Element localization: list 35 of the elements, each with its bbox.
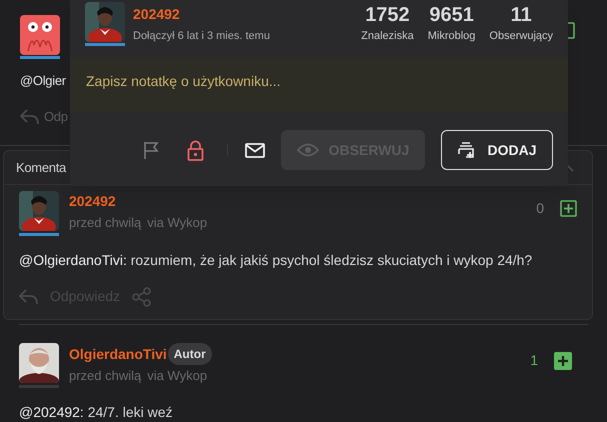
- eye-icon: [296, 143, 319, 157]
- share-icon[interactable]: [132, 286, 152, 306]
- comment-text: @202492: 24/7. leki weź: [19, 403, 174, 422]
- add-list-icon: [457, 141, 476, 159]
- post-source: via Wykop: [147, 367, 208, 385]
- author-badge: Autor: [168, 343, 212, 365]
- stat-value: 9651: [429, 3, 474, 28]
- comments-header: Komenta: [16, 158, 66, 177]
- post-source: via Wykop: [147, 214, 208, 232]
- stat-label: Mikroblog: [428, 29, 476, 44]
- upvote-button[interactable]: [554, 352, 572, 370]
- vote-count: 0: [536, 199, 544, 218]
- lock-icon[interactable]: [187, 140, 204, 160]
- join-date: Dołączył 6 lat i 3 mies. temu: [133, 29, 271, 44]
- reply-icon[interactable]: [19, 288, 38, 304]
- stat-value: 1752: [365, 3, 410, 28]
- reply-link[interactable]: Odp: [44, 107, 68, 126]
- upvote-button[interactable]: [560, 200, 577, 217]
- post-time: przed chwilą: [69, 214, 142, 232]
- post-time: przed chwilą: [69, 367, 142, 385]
- comment-text: @OlgierdanoTivi: rozumiem, że jak jakiś psychol śledzisz skuciatych i wykop 24/h?: [19, 251, 534, 270]
- username[interactable]: 202492: [133, 4, 362, 25]
- stat-label: Obserwujący: [489, 29, 553, 44]
- reply-icon[interactable]: [20, 108, 39, 125]
- vote-count: 1: [530, 351, 538, 370]
- add-button[interactable]: DODAJ: [441, 130, 553, 170]
- comment-text: @Olgier: [20, 73, 66, 88]
- author-name[interactable]: 202492: [69, 191, 116, 212]
- stat-value: 11: [510, 3, 532, 28]
- stat-label: Znaleziska: [361, 29, 414, 44]
- flag-icon[interactable]: [143, 140, 160, 160]
- note-field[interactable]: Zapisz notatkę o użytkowniku...: [70, 57, 568, 112]
- octopus-avatar-icon: [20, 15, 60, 55]
- author-name[interactable]: OlgierdanoTivi: [69, 344, 167, 364]
- mail-icon[interactable]: [245, 142, 265, 158]
